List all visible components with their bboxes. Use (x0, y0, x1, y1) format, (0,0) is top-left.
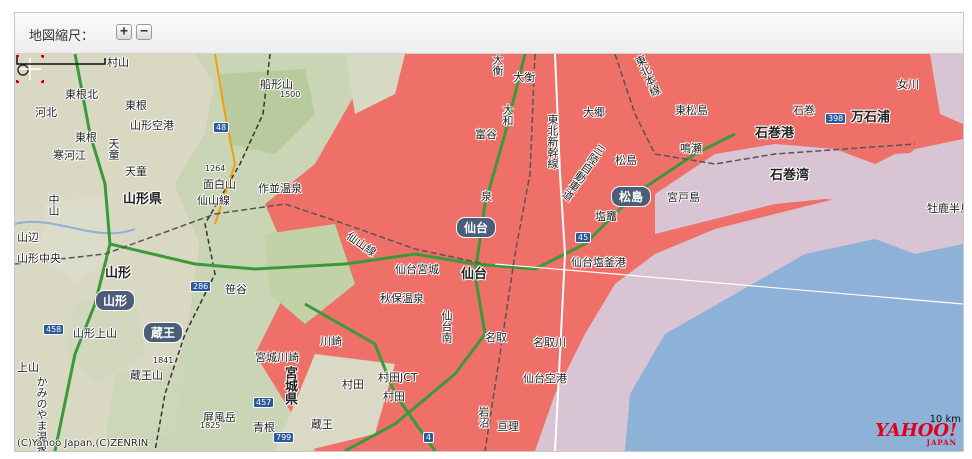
label-zaosan-elev: 1841 (153, 356, 174, 365)
label-kawakita: 河北 (35, 106, 57, 119)
label-sendai: 仙台 (461, 267, 488, 282)
yahoo-logo: YAHOO! JAPAN (875, 422, 957, 447)
label-tomiya: 富谷 (475, 128, 497, 141)
matsushima-pill[interactable]: 松島 (611, 186, 652, 207)
sendai-pill[interactable]: 仙台 (456, 217, 497, 238)
label-sasaya: 笹谷 (225, 283, 247, 296)
label-byobu-elev: 1825 (200, 421, 221, 430)
route-shield-4: 4 (423, 432, 435, 443)
map-copyright: (C)Yahoo Japan,(C)ZENRIN (17, 438, 149, 449)
label-higashine-city: 東根 (75, 131, 97, 144)
label-ishinomaki-port: 石巻港 (755, 126, 795, 141)
label-natori-river: 名取川 (533, 336, 566, 349)
label-tendo-vertical: 天童 (107, 138, 120, 160)
label-iwanuma: 岩沼 (477, 406, 490, 428)
label-tohoku-shinkansen: 東北新幹線 (546, 114, 559, 169)
label-zao-town: 蔵王 (311, 418, 333, 431)
label-yamagata-airport: 山形空港 (130, 119, 174, 132)
label-yamagata-chuo: 山形中央 (17, 252, 61, 265)
label-murata: 村田 (342, 378, 364, 391)
label-yamagata-kaminoyama: 山形上山 (73, 327, 117, 340)
label-ishinomaki: 石巻 (793, 104, 815, 117)
route-shield-458: 458 (43, 324, 65, 335)
label-senzan-line-west: 仙山線 (197, 194, 230, 207)
zoom-label: 地図縮尺： (29, 29, 95, 44)
map-toolbar: 地図縮尺： + − (15, 13, 963, 54)
label-osato: 大郷 (583, 106, 605, 119)
label-matsushima: 松島 (615, 154, 637, 167)
label-sagae: 寒河江 (53, 149, 86, 162)
label-kawasaki: 川崎 (320, 335, 342, 348)
label-miyato: 宮戸島 (667, 191, 700, 204)
label-natori: 名取 (485, 331, 507, 344)
map-canvas[interactable]: 村山 東根北 東根 河北 山形空港 東根 寒河江 天童 天童 山形県 中山 山辺… (15, 54, 963, 451)
label-murata-jct: 村田JCT (378, 371, 418, 384)
label-menshiro-elev: 1264 (205, 164, 226, 173)
label-funagata-elev: 1500 (280, 90, 301, 99)
scale-bar (16, 58, 106, 65)
yamagata-pill[interactable]: 山形 (95, 290, 136, 311)
route-shield-45: 45 (575, 232, 592, 243)
label-sendai-miyagi: 仙台宮城 (395, 263, 439, 276)
label-menshiro: 面白山 (203, 178, 236, 191)
label-taiwa: 大和 (501, 104, 514, 126)
map-terrain (15, 54, 963, 451)
route-shield-799: 799 (273, 432, 295, 443)
label-onagawa: 女川 (897, 78, 919, 91)
label-daira: 大衡 (491, 54, 504, 76)
label-miyagi-kawasaki: 宮城川崎 (255, 351, 299, 364)
map-widget: 地図縮尺： + − 村山 東根北 東根 河北 山形空港 東根 寒河江 天童 天童… (14, 12, 964, 452)
route-shield-286: 286 (190, 281, 212, 292)
label-higashine-kita: 東根北 (65, 88, 98, 101)
label-akiu: 秋保温泉 (380, 292, 424, 305)
label-yamagata-pref: 山形県 (123, 192, 163, 207)
label-zaosan: 蔵王山 (130, 369, 163, 382)
label-sakunami: 作並温泉 (258, 182, 302, 195)
label-shiogama: 塩竈 (595, 210, 617, 223)
label-murata-2: 村田 (383, 390, 405, 403)
label-mangoku: 万石浦 (851, 110, 891, 125)
route-shield-398: 398 (825, 113, 847, 124)
label-daira-2: 大衡 (513, 71, 535, 84)
label-kaminoyama: 上山 (17, 361, 39, 374)
label-izumi: 泉 (481, 190, 492, 203)
label-yamagata-city: 山形 (105, 266, 132, 281)
route-shield-457: 457 (253, 397, 275, 408)
zao-pill[interactable]: 蔵王 (143, 322, 184, 343)
label-oshika: 牡鹿半島 (927, 202, 963, 215)
label-higashine-station: 東根 (125, 99, 147, 112)
label-sendai-shiogama: 仙台塩釜港 (571, 256, 626, 269)
label-sendai-minami: 仙台南 (440, 310, 453, 343)
label-naruse: 鳴瀬 (680, 142, 702, 155)
label-ishinomaki-bay: 石巻湾 (770, 168, 810, 183)
zoom-in-button[interactable]: + (116, 24, 132, 40)
label-yamabe: 山辺 (17, 231, 39, 244)
label-watari: 亘理 (497, 420, 519, 433)
label-aone: 青根 (253, 421, 275, 434)
zoom-out-button[interactable]: − (136, 24, 152, 40)
label-nakayama: 中山 (47, 194, 60, 216)
label-tendo: 天童 (125, 165, 147, 178)
route-shield-48: 48 (213, 122, 230, 133)
label-higashi-matsushima: 東松島 (675, 104, 708, 117)
label-sendai-airport: 仙台空港 (523, 372, 567, 385)
label-miyagi-pref: 宮城県 (282, 366, 297, 405)
